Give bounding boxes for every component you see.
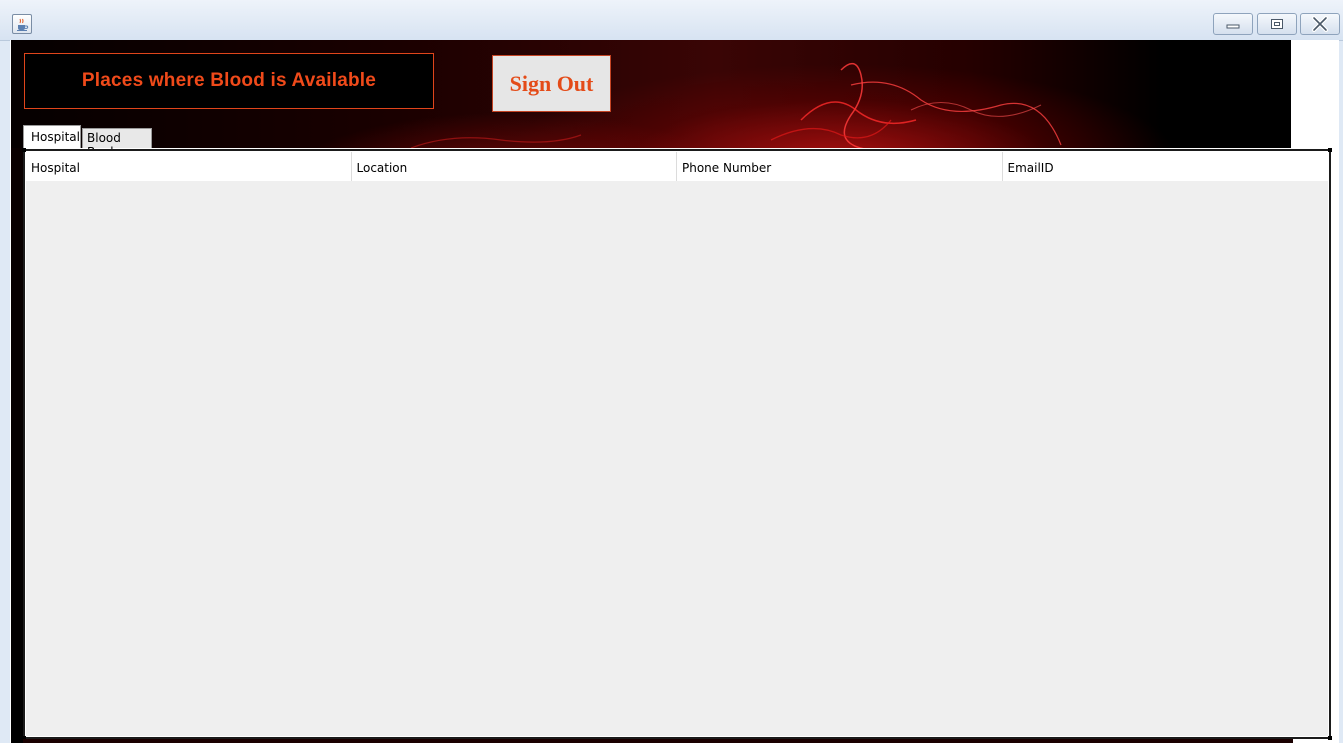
minimize-icon: [1226, 24, 1240, 29]
table-body[interactable]: Hospital Location Phone Number EmailID: [26, 152, 1328, 736]
java-cup-icon[interactable]: [12, 14, 32, 34]
left-border-strip: [11, 148, 23, 743]
maximize-button[interactable]: [1257, 13, 1297, 35]
maximize-icon: [1271, 19, 1283, 29]
resize-handle[interactable]: [1328, 736, 1332, 740]
sign-out-button[interactable]: Sign Out: [492, 55, 611, 112]
minimize-button[interactable]: [1213, 13, 1253, 35]
table-header: Hospital Location Phone Number EmailID: [26, 152, 1328, 181]
data-table: Hospital Location Phone Number EmailID: [22, 148, 1332, 740]
page-title: Places where Blood is Available: [81, 70, 377, 91]
close-button[interactable]: [1300, 13, 1340, 35]
column-header-email-id[interactable]: EmailID: [1003, 152, 1329, 181]
tab-blood-bank[interactable]: Blood Bank: [82, 128, 152, 159]
column-header-phone-number[interactable]: Phone Number: [677, 152, 1003, 181]
content-pane: Places where Blood is Available Sign Out…: [10, 40, 1339, 743]
resize-handle[interactable]: [1328, 148, 1332, 152]
column-header-location[interactable]: Location: [352, 152, 677, 181]
bottom-border-strip: [23, 739, 1293, 743]
application-window: Places where Blood is Available Sign Out…: [0, 0, 1343, 743]
banner-background: Places where Blood is Available Sign Out: [11, 40, 1291, 148]
close-icon: [1312, 16, 1328, 32]
column-header-hospital[interactable]: Hospital: [26, 152, 352, 181]
title-bar[interactable]: [0, 0, 1343, 41]
tab-hospital[interactable]: Hospital: [23, 125, 81, 148]
page-heading-box: Places where Blood is Available: [24, 53, 434, 109]
